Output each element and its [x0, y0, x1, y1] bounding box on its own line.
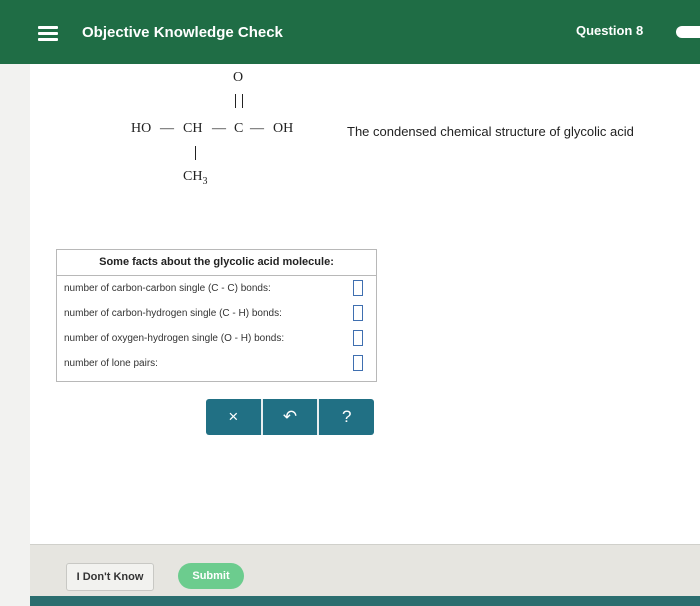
fact-label: number of lone pairs:: [64, 358, 158, 369]
question-number: Question 8: [576, 23, 644, 38]
answer-toolbar: × ↶ ?: [206, 399, 374, 435]
hydroxyl-label: HO: [131, 121, 152, 136]
undo-button[interactable]: ↶: [260, 399, 318, 435]
app-screen: Objective Knowledge Check Question 8 O H…: [0, 0, 700, 606]
help-button[interactable]: ?: [317, 399, 374, 435]
ch-label: CH: [183, 121, 203, 136]
carbon-label: C: [234, 121, 244, 136]
close-icon: ×: [228, 407, 239, 426]
submit-button[interactable]: Submit: [178, 563, 244, 589]
bond-ch-c: —: [212, 121, 226, 136]
help-icon: ?: [341, 407, 352, 426]
fact-row-ch-bonds: number of carbon-hydrogen single (C - H)…: [57, 301, 376, 326]
progress-indicator: [676, 26, 700, 38]
bond-ho-ch: —: [160, 121, 174, 136]
cc-bonds-input[interactable]: [353, 280, 363, 296]
fact-row-lone-pairs: number of lone pairs:: [57, 351, 376, 376]
clear-button[interactable]: ×: [206, 399, 261, 435]
fact-label: number of carbon-hydrogen single (C - H)…: [64, 308, 282, 319]
facts-table: Some facts about the glycolic acid molec…: [56, 249, 377, 382]
undo-icon: ↶: [282, 407, 298, 426]
lone-pairs-input[interactable]: [353, 355, 363, 371]
facts-title: Some facts about the glycolic acid molec…: [57, 250, 376, 276]
structure-caption: The condensed chemical structure of glyc…: [347, 124, 634, 139]
single-bond-vertical: [195, 146, 196, 160]
page-title: Objective Knowledge Check: [82, 24, 283, 41]
carbonyl-oxygen-label: O: [233, 70, 244, 85]
fact-label: number of oxygen-hydrogen single (O - H)…: [64, 333, 285, 344]
bottom-bar: [30, 596, 700, 606]
oh-bonds-input[interactable]: [353, 330, 363, 346]
ch-bonds-input[interactable]: [353, 305, 363, 321]
bond-c-oh: —: [250, 121, 264, 136]
header-bar: Objective Knowledge Check Question 8: [0, 0, 700, 64]
footer-bar: I Don't Know Submit: [30, 544, 700, 597]
hamburger-menu-icon[interactable]: [38, 26, 58, 42]
methyl-label: CH3: [183, 169, 208, 187]
dont-know-button[interactable]: I Don't Know: [66, 563, 154, 591]
oh-label: OH: [273, 121, 294, 136]
fact-row-oh-bonds: number of oxygen-hydrogen single (O - H)…: [57, 326, 376, 351]
fact-label: number of carbon-carbon single (C - C) b…: [64, 283, 271, 294]
double-bond: [235, 94, 243, 108]
fact-row-cc-bonds: number of carbon-carbon single (C - C) b…: [57, 276, 376, 301]
